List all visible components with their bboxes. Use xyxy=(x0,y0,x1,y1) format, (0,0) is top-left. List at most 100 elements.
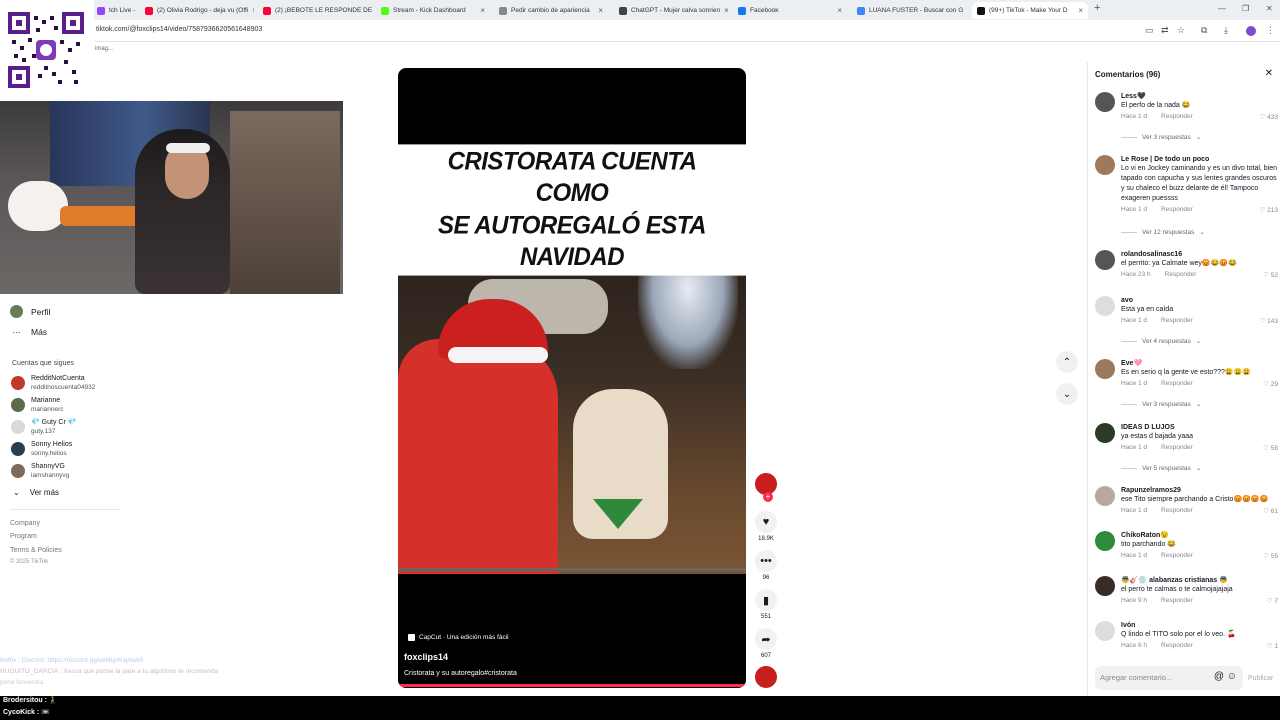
browser-tab[interactable]: (2) Olivia Rodrigo - deja vu (Offi× xyxy=(140,2,254,19)
url-field[interactable]: tiktok.com/@foxclips14/video/75879366205… xyxy=(96,26,262,33)
comment-like-button[interactable]: ♡ 61 xyxy=(1263,507,1278,515)
view-replies-button[interactable]: Ver 4 respuestas ⌄ xyxy=(1121,337,1201,345)
view-replies-button[interactable]: Ver 12 respuestas ⌄ xyxy=(1121,228,1205,236)
music-disc-icon[interactable] xyxy=(754,665,778,689)
view-replies-button[interactable]: Ver 3 respuestas ⌄ xyxy=(1121,400,1201,408)
footer-link-company[interactable]: Company xyxy=(10,520,40,527)
comment-author[interactable]: Less🖤 xyxy=(1121,92,1278,101)
reply-button[interactable]: Responder xyxy=(1161,317,1193,324)
close-tab-icon[interactable]: × xyxy=(724,6,728,15)
browser-tab[interactable]: (99+) TikTok - Make Your D × xyxy=(972,2,1088,19)
publish-button[interactable]: Publicar xyxy=(1248,675,1273,682)
avatar[interactable] xyxy=(1095,92,1115,112)
share-button[interactable]: ➦ 607 xyxy=(754,628,778,659)
avatar[interactable] xyxy=(1095,359,1115,379)
comment-author[interactable]: Rapunzelramos29 xyxy=(1121,486,1278,495)
close-tab-icon[interactable]: × xyxy=(1078,6,1083,15)
reply-button[interactable]: Responder xyxy=(1165,271,1197,278)
avatar[interactable] xyxy=(1095,423,1115,443)
avatar[interactable] xyxy=(1095,155,1115,175)
profile-avatar[interactable] xyxy=(1246,26,1256,36)
close-window-icon[interactable]: ✕ xyxy=(1266,4,1273,13)
cast-icon[interactable]: ▭ xyxy=(1145,25,1154,36)
following-account[interactable]: RedditNotCuenta redditnoscuenta04932 xyxy=(11,374,95,392)
close-tab-icon[interactable]: × xyxy=(252,6,254,15)
reply-button[interactable]: Responder xyxy=(1161,206,1193,213)
reply-button[interactable]: Responder xyxy=(1161,113,1193,120)
comment-author[interactable]: ChikoRaton😉 xyxy=(1121,531,1278,540)
video-scrubber[interactable] xyxy=(398,568,746,571)
comment-author[interactable]: 👼🎸💿 alabanzas cristianas 👼 xyxy=(1121,576,1278,585)
comment-author[interactable]: IDEAS D LUJOS xyxy=(1121,423,1278,432)
footer-link-terms[interactable]: Terms & Policies xyxy=(10,547,62,554)
reply-button[interactable]: Responder xyxy=(1161,444,1193,451)
browser-tab[interactable]: ChatGPT - Mujer calva sonrien × xyxy=(614,2,728,19)
close-tab-icon[interactable]: × xyxy=(837,6,842,15)
view-replies-button[interactable]: Ver 5 respuestas ⌄ xyxy=(1121,464,1201,472)
browser-tab[interactable]: Facebook × xyxy=(733,2,847,19)
reply-button[interactable]: Responder xyxy=(1161,552,1193,559)
see-more-link[interactable]: ⌄ Ver más xyxy=(13,488,59,497)
author-avatar[interactable]: + xyxy=(754,472,778,502)
following-account[interactable]: Sonny Helios sonny.helios xyxy=(11,440,72,458)
browser-tab[interactable]: (2) ¡BEBOTE LE RESPONDE DE× xyxy=(258,2,372,19)
menu-icon[interactable]: ⋮ xyxy=(1266,25,1275,36)
comment-like-button[interactable]: ♡ 7 xyxy=(1267,597,1278,605)
avatar[interactable] xyxy=(1095,296,1115,316)
video-player[interactable]: CRISTORATA CUENTA COMO SE AUTOREGALÓ EST… xyxy=(398,68,746,688)
close-icon[interactable]: ✕ xyxy=(1265,68,1273,79)
view-replies-button[interactable]: Ver 3 respuestas ⌄ xyxy=(1121,133,1201,141)
video-author[interactable]: foxclips14 xyxy=(404,652,448,662)
avatar[interactable] xyxy=(1095,576,1115,596)
close-tab-icon[interactable]: × xyxy=(598,6,603,15)
comment-author[interactable]: Eve🩷 xyxy=(1121,359,1278,368)
capcut-badge[interactable]: CapCut · Una edición más fácil xyxy=(408,634,509,641)
avatar[interactable] xyxy=(1095,250,1115,270)
reply-button[interactable]: Responder xyxy=(1161,642,1193,649)
following-account[interactable]: ShannyVG iamshannyvg xyxy=(11,462,69,480)
comment-like-button[interactable]: ♡ 1 xyxy=(1267,642,1278,650)
reply-button[interactable]: Responder xyxy=(1161,507,1193,514)
footer-link-program[interactable]: Program xyxy=(10,533,37,540)
browser-tab[interactable]: tch Live -× xyxy=(92,2,136,19)
avatar[interactable] xyxy=(1095,621,1115,641)
bookmark-item[interactable]: imag... xyxy=(95,46,113,52)
comment-like-button[interactable]: ♡ 29 xyxy=(1263,380,1278,388)
sidebar-item-profile[interactable]: Perfil xyxy=(10,305,50,318)
comment-like-button[interactable]: ♡ 58 xyxy=(1263,444,1278,452)
star-icon[interactable]: ☆ xyxy=(1177,25,1185,36)
browser-tab[interactable]: Stream - Kick Dashboard × xyxy=(376,2,490,19)
mention-emoji-icons[interactable]: @ ☺ xyxy=(1214,671,1237,682)
following-account[interactable]: 💎 Guty Cr 💎 guty.137 xyxy=(11,418,76,436)
save-button[interactable]: ▮ 551 xyxy=(754,589,778,620)
download-icon[interactable]: ⤓ xyxy=(1224,25,1228,36)
maximize-icon[interactable]: ❐ xyxy=(1242,4,1249,13)
comment-like-button[interactable]: ♡ 52 xyxy=(1263,271,1278,279)
video-progress-bar[interactable] xyxy=(398,684,746,687)
following-account[interactable]: Marianne mariannerc xyxy=(11,396,64,414)
comment-author[interactable]: avo xyxy=(1121,296,1278,305)
close-tab-icon[interactable]: × xyxy=(480,6,485,15)
next-video-button[interactable]: ⌄ xyxy=(1056,383,1078,405)
follow-plus-icon[interactable]: + xyxy=(763,492,773,502)
sidebar-item-more[interactable]: ··· Más xyxy=(10,327,47,337)
comment-author[interactable]: rolandosalinasc16 xyxy=(1121,250,1278,259)
comment-like-button[interactable]: ♡ 143 xyxy=(1260,317,1279,325)
comment-like-button[interactable]: ♡ 433 xyxy=(1260,113,1279,121)
comment-input[interactable]: Agregar comentario... @ ☺ xyxy=(1095,666,1243,690)
minimize-icon[interactable]: — xyxy=(1218,4,1226,13)
browser-tab[interactable]: Pedir cambio de apariencia × xyxy=(494,2,608,19)
comment-like-button[interactable]: ♡ 213 xyxy=(1260,206,1279,214)
previous-video-button[interactable]: ⌃ xyxy=(1056,351,1078,373)
reply-button[interactable]: Responder xyxy=(1161,597,1193,604)
extensions-icon[interactable]: ⧉ xyxy=(1201,25,1207,36)
comment-like-button[interactable]: ♡ 55 xyxy=(1263,552,1278,560)
avatar[interactable] xyxy=(1095,531,1115,551)
comment-author[interactable]: Le Rose | De todo un poco xyxy=(1121,155,1278,164)
like-button[interactable]: ♥ 18.9K xyxy=(754,511,778,542)
avatar[interactable] xyxy=(1095,486,1115,506)
reply-button[interactable]: Responder xyxy=(1161,380,1193,387)
browser-tab[interactable]: LUANA FUSTER - Buscar con G× xyxy=(852,2,966,19)
new-tab-button[interactable]: + xyxy=(1094,2,1100,14)
comment-button[interactable]: ••• 96 xyxy=(754,550,778,581)
